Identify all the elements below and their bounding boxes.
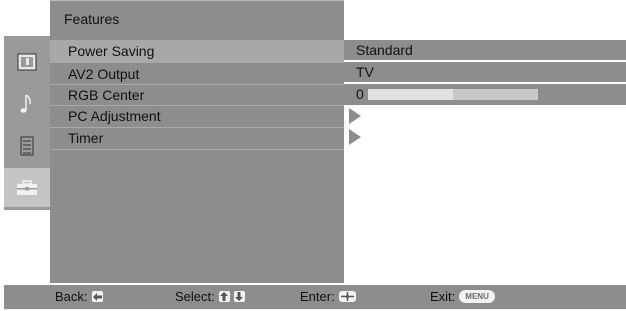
select-label: Select: — [175, 289, 215, 304]
sidebar-tab-picture[interactable] — [4, 42, 50, 81]
enter-key-icon — [338, 291, 356, 302]
menu-key-icon: MENU — [459, 290, 495, 303]
rgb-center-value[interactable]: 0 — [344, 84, 626, 105]
menu-item-timer[interactable]: Timer — [50, 127, 344, 149]
menu-item-label: Power Saving — [68, 43, 155, 59]
value-text: TV — [356, 64, 374, 80]
menu-item-av2-output[interactable]: AV2 Output — [50, 63, 344, 85]
menu-item-label: RGB Center — [68, 87, 145, 103]
picture-icon — [17, 53, 37, 70]
sidebar-tab-features[interactable] — [4, 168, 50, 207]
back-hint: Back: — [55, 289, 103, 304]
menu-item-power-saving[interactable]: Power Saving — [50, 40, 344, 62]
category-sidebar — [4, 36, 50, 210]
menu-item-pc-adjustment[interactable]: PC Adjustment — [50, 105, 344, 127]
music-note-icon — [20, 93, 31, 113]
channel-list-icon — [20, 136, 34, 155]
pc-adjustment-submenu-arrow[interactable] — [349, 108, 361, 124]
page-title: Features — [64, 11, 120, 27]
footer-hint-bar: Back: Select: Enter: Exit: MENU — [4, 285, 626, 309]
value-text: 0 — [356, 86, 364, 102]
menu-item-label: Timer — [68, 130, 104, 146]
menu-item-label: AV2 Output — [68, 66, 140, 82]
rgb-center-slider[interactable] — [368, 89, 538, 100]
sidebar-tab-channels[interactable] — [4, 126, 50, 165]
value-text: Standard — [356, 42, 413, 58]
back-label: Back: — [55, 289, 88, 304]
toolbox-icon — [17, 179, 37, 195]
down-arrow-key-icon — [233, 291, 245, 302]
power-saving-value[interactable]: Standard — [344, 40, 626, 61]
menu-item-label: PC Adjustment — [68, 108, 161, 124]
left-arrow-key-icon — [91, 291, 103, 302]
exit-label: Exit: — [430, 289, 456, 304]
select-hint: Select: — [175, 289, 245, 304]
menu-item-rgb-center[interactable]: RGB Center — [50, 84, 344, 106]
enter-label: Enter: — [300, 289, 335, 304]
av2-output-value[interactable]: TV — [344, 62, 626, 83]
menu-list: Power Saving AV2 Output RGB Center PC Ad… — [50, 36, 344, 283]
timer-submenu-arrow[interactable] — [349, 129, 361, 145]
exit-hint: Exit: MENU — [430, 289, 495, 304]
up-arrow-key-icon — [218, 291, 230, 302]
enter-hint: Enter: — [300, 289, 356, 304]
sidebar-tab-sound[interactable] — [4, 84, 50, 123]
slider-fill — [368, 89, 453, 100]
divider — [50, 149, 344, 150]
menu-title-bar: Features — [50, 0, 344, 36]
